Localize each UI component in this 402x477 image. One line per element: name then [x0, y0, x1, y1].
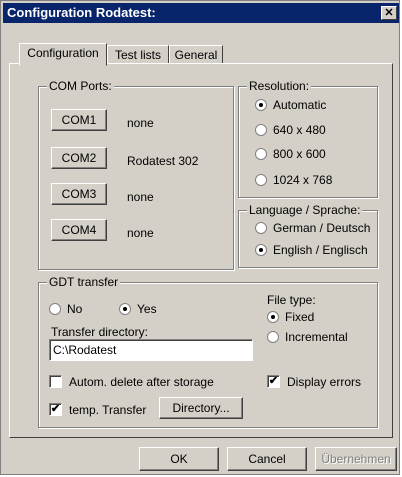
com4-value: none [127, 226, 154, 240]
tab-general[interactable]: General [169, 45, 223, 65]
close-icon[interactable]: ✕ [381, 6, 397, 20]
title-bar: Configuration Rodatest: ✕ [3, 3, 399, 23]
com-ports-legend: COM Ports: [47, 79, 114, 93]
resolution-legend: Resolution: [247, 79, 312, 93]
temp-transfer-checkbox[interactable]: ✔ [49, 403, 62, 416]
directory-button[interactable]: Directory... [159, 397, 243, 419]
language-legend: Language / Sprache: [247, 203, 363, 217]
transfer-directory-label: Transfer directory: [51, 325, 148, 339]
radio-gdt-yes[interactable] [119, 303, 131, 315]
label-640x480: 640 x 480 [273, 123, 326, 137]
gdt-transfer-legend: GDT transfer [47, 275, 121, 289]
com3-value: none [127, 190, 154, 204]
label-temp-transfer: temp. Transfer [69, 403, 147, 417]
radio-640x480[interactable] [255, 124, 267, 136]
label-gdt-yes: Yes [137, 302, 157, 316]
com3-button[interactable]: COM3 [51, 183, 107, 205]
gdt-transfer-group: GDT transfer No Yes Transfer directory: … [38, 275, 378, 428]
label-gdt-no: No [67, 302, 83, 316]
resolution-group: Resolution: Automatic 640 x 480 800 x 60… [238, 79, 378, 198]
com1-button[interactable]: COM1 [51, 109, 107, 131]
autom-delete-checkbox[interactable] [49, 375, 62, 388]
label-display-errors: Display errors [287, 375, 362, 389]
radio-incremental[interactable] [267, 331, 279, 343]
label-800x600: 800 x 600 [273, 147, 326, 161]
radio-800x600[interactable] [255, 148, 267, 160]
radio-german[interactable] [255, 222, 267, 234]
radio-gdt-no[interactable] [49, 303, 61, 315]
com2-button[interactable]: COM2 [51, 147, 107, 169]
label-automatic: Automatic [273, 98, 327, 112]
label-fixed: Fixed [285, 310, 315, 324]
tab-configuration[interactable]: Configuration [19, 43, 107, 66]
apply-button: Übernehmen [315, 447, 397, 471]
transfer-directory-input[interactable]: C:\Rodatest [49, 339, 253, 361]
com-ports-group: COM Ports: COM1 none COM2 Rodatest 302 C… [38, 79, 234, 270]
file-type-label: File type: [267, 293, 316, 307]
label-autom-delete: Autom. delete after storage [69, 375, 214, 389]
radio-1024x768[interactable] [255, 174, 267, 186]
language-group: Language / Sprache: German / Deutsch Eng… [238, 203, 378, 268]
radio-english[interactable] [255, 244, 267, 256]
ok-button[interactable]: OK [139, 447, 219, 471]
tab-test-lists[interactable]: Test lists [107, 45, 169, 65]
radio-automatic[interactable] [255, 99, 267, 111]
label-german: German / Deutsch [273, 221, 371, 235]
display-errors-checkbox[interactable]: ✔ [267, 375, 280, 388]
dialog-window: Configuration Rodatest: ✕ Configuration … [0, 0, 400, 475]
com2-value: Rodatest 302 [127, 154, 199, 168]
com4-button[interactable]: COM4 [51, 219, 107, 241]
label-incremental: Incremental [285, 330, 348, 344]
com1-value: none [127, 116, 154, 130]
cancel-button[interactable]: Cancel [227, 447, 307, 471]
tab-panel-configuration: COM Ports: COM1 none COM2 Rodatest 302 C… [9, 63, 393, 438]
label-english: English / Englisch [273, 243, 368, 257]
radio-fixed[interactable] [267, 311, 279, 323]
window-title: Configuration Rodatest: [7, 5, 156, 20]
label-1024x768: 1024 x 768 [273, 173, 333, 187]
